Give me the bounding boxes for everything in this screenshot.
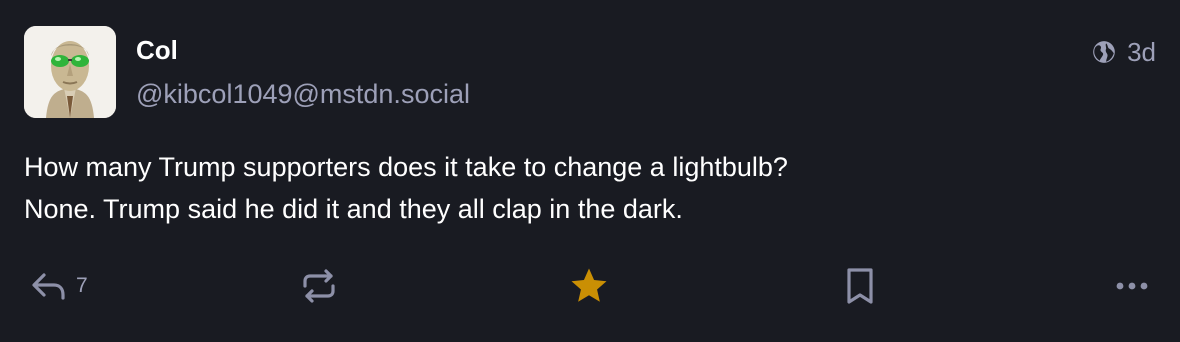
avatar-image bbox=[24, 26, 116, 118]
status-content: How many Trump supporters does it take t… bbox=[24, 146, 1154, 230]
account-handle[interactable]: @kibcol1049@mstdn.social bbox=[136, 78, 470, 110]
relative-time[interactable]: 3d bbox=[1127, 36, 1156, 68]
bookmark-button[interactable] bbox=[842, 262, 878, 310]
globe-icon bbox=[1091, 39, 1117, 65]
content-line: None. Trump said he did it and they all … bbox=[24, 194, 683, 224]
content-line: How many Trump supporters does it take t… bbox=[24, 152, 788, 182]
boost-icon bbox=[300, 267, 338, 305]
reply-count: 7 bbox=[76, 274, 88, 297]
reply-icon bbox=[30, 271, 68, 301]
bookmark-icon bbox=[842, 266, 878, 306]
favourite-button[interactable] bbox=[568, 262, 610, 310]
boost-button[interactable] bbox=[300, 262, 338, 310]
star-icon bbox=[568, 265, 610, 307]
action-bar: 7 bbox=[24, 262, 1156, 310]
reply-button[interactable]: 7 bbox=[30, 262, 88, 310]
status-card: Col @kibcol1049@mstdn.social 3d How many… bbox=[0, 0, 1180, 342]
display-name[interactable]: Col bbox=[136, 34, 178, 66]
more-options-button[interactable] bbox=[1112, 262, 1152, 310]
avatar[interactable] bbox=[24, 26, 116, 118]
status-meta: 3d bbox=[1091, 36, 1156, 68]
more-icon bbox=[1112, 276, 1152, 296]
